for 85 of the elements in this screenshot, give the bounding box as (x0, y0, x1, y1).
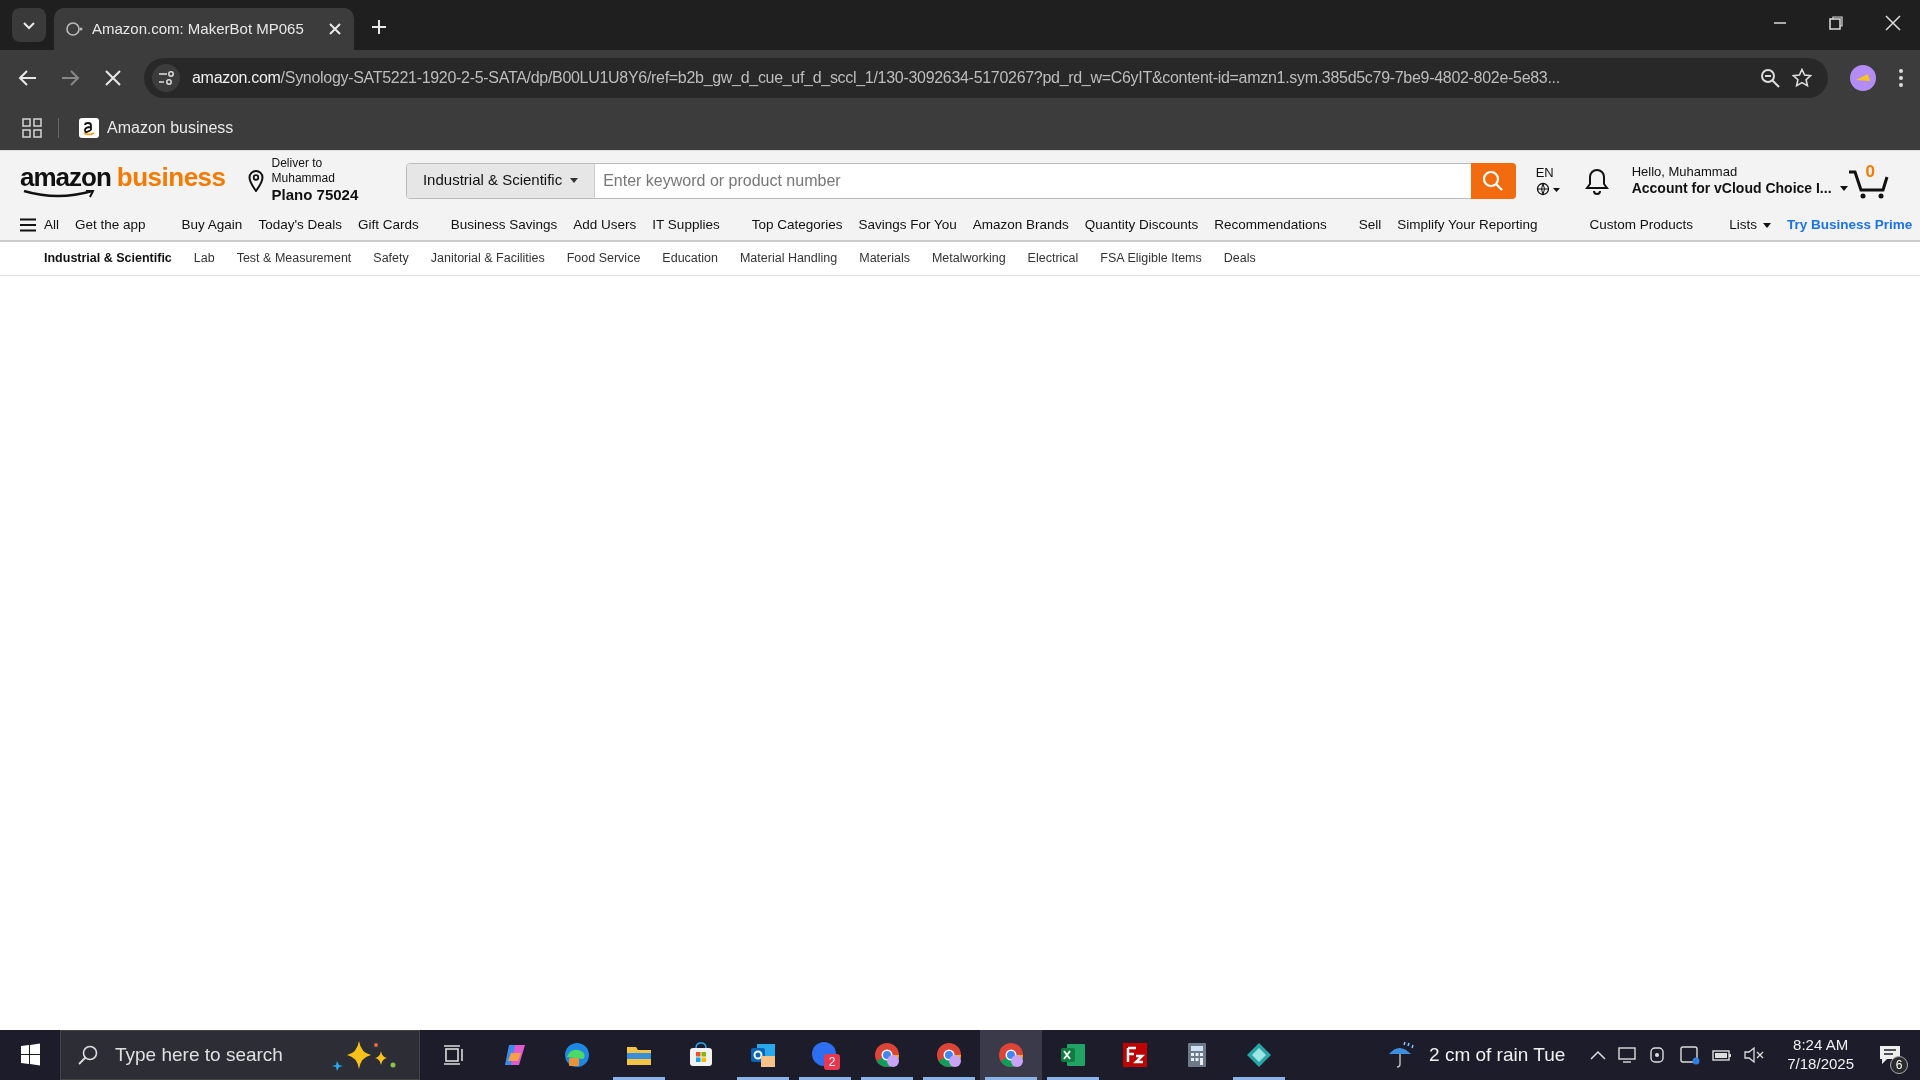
site-settings-icon[interactable] (152, 64, 180, 92)
category-link[interactable]: Materials (859, 249, 910, 268)
apps-grid-icon[interactable] (22, 118, 42, 138)
notification-center-button[interactable]: 6 (1866, 1030, 1914, 1080)
caret-icon (570, 178, 579, 183)
category-link[interactable]: Lab (193, 249, 215, 268)
clock[interactable]: 8:24 AM 7/18/2025 (1787, 1036, 1854, 1074)
nav-link[interactable]: Recommendations (1214, 214, 1327, 236)
notification-bell-icon[interactable] (1583, 166, 1610, 195)
deliver-to-location[interactable]: Deliver to Muhammad Plano 75024 (247, 156, 384, 205)
badge-count: 2 (824, 1054, 840, 1070)
nav-link[interactable]: Sell (1358, 214, 1382, 236)
zoom-icon[interactable] (1760, 68, 1780, 88)
language-selector[interactable]: EN (1535, 165, 1562, 196)
gem-icon (1245, 1041, 1273, 1069)
nav-link[interactable]: Today's Deals (258, 214, 342, 236)
more-menu-icon[interactable] (1898, 68, 1904, 88)
category-link[interactable]: Metalworking (931, 249, 1006, 268)
nav-link[interactable]: Quantity Discounts (1084, 214, 1199, 236)
category-link[interactable]: FSA Eligible Items (1100, 249, 1202, 268)
weather-widget[interactable]: 2 cm of rain Tue (1387, 1040, 1566, 1070)
search-button[interactable] (1470, 162, 1516, 199)
chrome-icon (935, 1041, 963, 1069)
mail-icon (749, 1041, 777, 1069)
amazon-logo-icon (79, 118, 99, 138)
nav-link[interactable]: Top Categories (751, 214, 843, 236)
nav-link[interactable]: Add Users (573, 214, 637, 236)
muted-speaker-icon[interactable] (1743, 1046, 1766, 1064)
address-bar[interactable]: amazon.com/Synology-SAT5221-1920-2-5-SATA/dp/B00LU1U8Y6/ref=b2b_gw_d_cue_uf_d_sccl_1/130-3092634-5170267?pd_rd_w=C6yIT&content-id=amzn1.sym.385d5c79-7be9-4802-802e-5e83... (144, 58, 1828, 98)
close-icon[interactable] (328, 22, 342, 36)
nav-link[interactable]: Simplify Your Reporting (1397, 214, 1538, 236)
caret-icon (1839, 186, 1848, 192)
lists-menu[interactable]: Lists (1729, 214, 1771, 236)
search-icon (77, 1044, 99, 1066)
battery-icon[interactable] (1711, 1048, 1734, 1062)
profile-avatar-icon[interactable] (1850, 65, 1876, 91)
category-link[interactable]: Test & Measurement (236, 249, 352, 268)
spreadsheet-icon (1059, 1041, 1087, 1069)
url-text: amazon.com/Synology-SAT5221-1920-2-5-SATA/dp/B00LU1U8Y6/ref=b2b_gw_d_cue_uf_d_sccl_1/130-3092634-5170267?pd_rd_w=C6yIT&content-id=amzn1.sym.385d5c79-7be9-4802-802e-5e83... (192, 68, 1561, 88)
search-category-dropdown[interactable]: Industrial & Scientific (406, 163, 596, 198)
category-link[interactable]: Electrical (1027, 249, 1079, 268)
category-link[interactable]: Safety (373, 249, 409, 268)
forward-icon[interactable] (60, 68, 82, 88)
edge-icon (563, 1041, 591, 1069)
chrome-icon (873, 1041, 901, 1069)
taskbar-app-button[interactable]: 2 (794, 1030, 856, 1080)
nav-link[interactable]: Get the app (75, 214, 146, 236)
taskbar-search-field[interactable]: Type here to search (60, 1030, 420, 1080)
browser-tab[interactable]: Amazon.com: MakerBot MP065 (54, 8, 354, 50)
category-link[interactable]: Industrial & Scientific (44, 249, 172, 268)
nav-link[interactable]: Savings For You (858, 214, 957, 236)
category-link[interactable]: Deals (1223, 249, 1256, 268)
nav-link[interactable]: Amazon Brands (972, 214, 1069, 236)
bookmark-link[interactable]: Amazon business (75, 116, 238, 140)
category-link[interactable]: Food Service (566, 249, 641, 268)
tab-list-button[interactable] (12, 8, 46, 42)
deliver-label: Deliver to Muhammad (271, 156, 336, 187)
menu-icon (20, 218, 36, 232)
all-menu-button[interactable]: All (20, 214, 59, 236)
search-icon (1482, 169, 1505, 192)
stop-loading-icon[interactable] (104, 69, 122, 87)
new-tab-icon[interactable] (370, 18, 388, 36)
nav-link[interactable]: IT Supplies (652, 214, 720, 236)
tab-title: Amazon.com: MakerBot MP065 (92, 18, 305, 39)
account-menu[interactable]: Hello, Muhammad Account for vCloud Choice I... (1631, 163, 1848, 198)
ftp-client-icon (1121, 1041, 1149, 1069)
category-link[interactable]: Janitorial & Facilities (430, 249, 545, 268)
caret-icon (1762, 222, 1771, 228)
business-prime-link[interactable]: Try Business Prime (1786, 214, 1920, 236)
bookmark-star-icon[interactable] (1792, 68, 1812, 88)
category-link[interactable]: Material Handling (739, 249, 838, 268)
store-icon (687, 1041, 715, 1069)
sync-icon[interactable] (1679, 1045, 1702, 1065)
nav-link[interactable]: Gift Cards (358, 214, 419, 236)
category-link[interactable]: Education (662, 249, 718, 268)
chrome-icon (997, 1041, 1025, 1069)
nav-link[interactable]: Buy Again (181, 214, 243, 236)
search-field[interactable]: Industrial & Scientific Enter keyword or product number (405, 162, 1516, 199)
delivery-location: Plano 75024 (271, 186, 360, 205)
amazon-business-logo[interactable]: amazon business (20, 163, 226, 198)
back-icon[interactable] (16, 68, 38, 88)
nav-link[interactable]: Business Savings (450, 214, 558, 236)
nav-link[interactable]: Custom Products (1589, 214, 1694, 236)
location-pin-icon (247, 169, 264, 192)
chevron-up-icon[interactable] (1589, 1049, 1608, 1061)
